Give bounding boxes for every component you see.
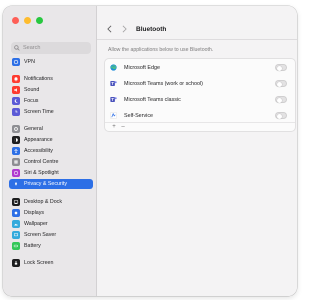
- back-button[interactable]: [105, 24, 113, 34]
- sidebar-item-notifications[interactable]: Notifications: [9, 74, 93, 84]
- search-icon: [14, 45, 20, 51]
- app-list-footer: + –: [105, 122, 295, 131]
- zoom-window-button[interactable]: [36, 17, 43, 24]
- app-name: Microsoft Edge: [124, 64, 160, 71]
- sidebar-item-label: Appearance: [24, 137, 53, 143]
- toggle-knob: [276, 65, 282, 71]
- sidebar-item-label: Focus: [24, 98, 39, 104]
- forward-button[interactable]: [120, 24, 128, 34]
- toggle-knob: [276, 113, 282, 119]
- sidebar-item-label: Screen Saver: [24, 232, 57, 238]
- sidebar-item-label: Privacy & Security: [24, 181, 67, 187]
- focus-icon: [12, 97, 20, 105]
- notifications-icon: [12, 75, 20, 83]
- app-row[interactable]: Microsoft Edge: [105, 59, 295, 76]
- teams-icon: [110, 80, 117, 87]
- sidebar-item-accessibility[interactable]: Accessibility: [9, 146, 93, 156]
- sidebar-item-vpn[interactable]: VPN: [9, 57, 93, 67]
- sidebar-item-appearance[interactable]: Appearance: [9, 135, 93, 145]
- desktop-dock-icon: [12, 198, 20, 206]
- page-title: Bluetooth: [136, 25, 167, 33]
- general-icon: [12, 125, 20, 133]
- app-list-panel: Microsoft Edge Microsoft Teams (work or s…: [104, 58, 296, 132]
- toggle-knob: [276, 97, 282, 103]
- settings-window: Search VPN Notifications Sound Focus Screen …: [3, 6, 297, 296]
- sidebar-item-desktop-dock[interactable]: Desktop & Dock: [9, 197, 93, 207]
- sidebar-item-label: Notifications: [24, 76, 53, 82]
- sidebar-item-lock-screen[interactable]: Lock Screen: [9, 258, 93, 268]
- sidebar-item-label: VPN: [24, 59, 35, 65]
- add-app-button[interactable]: +: [111, 124, 117, 130]
- sidebar-item-control-centre[interactable]: Control Centre: [9, 157, 93, 167]
- toolbar: Bluetooth: [97, 22, 297, 36]
- self-service-icon: [110, 112, 117, 119]
- lock-screen-icon: [12, 259, 20, 267]
- app-name: Self-Service: [124, 112, 154, 119]
- sidebar-item-wallpaper[interactable]: Wallpaper: [9, 219, 93, 229]
- sidebar-item-label: Screen Time: [24, 109, 54, 115]
- sidebar-item-label: Accessibility: [24, 148, 53, 154]
- edge-icon: [110, 64, 117, 71]
- bluetooth-access-toggle[interactable]: [275, 80, 287, 87]
- sidebar-item-screen-saver[interactable]: Screen Saver: [9, 230, 93, 240]
- sidebar-item-label: Siri & Spotlight: [24, 170, 59, 176]
- sidebar-item-general[interactable]: General: [9, 124, 93, 134]
- window-controls: [12, 17, 43, 24]
- sidebar-item-label: Desktop & Dock: [24, 199, 62, 205]
- sidebar-item-label: General: [24, 126, 43, 132]
- screen-saver-icon: [12, 231, 20, 239]
- sidebar: Search VPN Notifications Sound Focus Screen …: [3, 6, 97, 296]
- sidebar-item-battery[interactable]: Battery: [9, 241, 93, 251]
- vpn-icon: [12, 58, 20, 66]
- sidebar-item-label: Battery: [24, 243, 41, 249]
- chevron-left-icon: [106, 25, 111, 33]
- privacy-icon: [12, 180, 20, 188]
- screen-time-icon: [12, 108, 20, 116]
- sound-icon: [12, 86, 20, 94]
- wallpaper-icon: [12, 220, 20, 228]
- accessibility-icon: [12, 147, 20, 155]
- description: Allow the applications below to use Blue…: [108, 47, 214, 53]
- sidebar-item-sound[interactable]: Sound: [9, 85, 93, 95]
- displays-icon: [12, 209, 20, 217]
- app-row[interactable]: Microsoft Teams classic: [105, 91, 295, 108]
- bluetooth-access-toggle[interactable]: [275, 96, 287, 103]
- sidebar-item-displays[interactable]: Displays: [9, 208, 93, 218]
- main-pane: Bluetooth Allow the applications below t…: [97, 6, 297, 296]
- sidebar-item-label: Sound: [24, 87, 40, 93]
- sidebar-item-label: Lock Screen: [24, 260, 54, 266]
- app-name: Microsoft Teams (work or school): [124, 80, 203, 87]
- appearance-icon: [12, 136, 20, 144]
- search-input[interactable]: Search: [11, 42, 91, 54]
- bluetooth-access-toggle[interactable]: [275, 112, 287, 119]
- search-placeholder: Search: [23, 45, 41, 51]
- battery-icon: [12, 242, 20, 250]
- bluetooth-access-toggle[interactable]: [275, 64, 287, 71]
- sidebar-item-siri-spotlight[interactable]: Siri & Spotlight: [9, 168, 93, 178]
- sidebar-item-label: Wallpaper: [24, 221, 48, 227]
- sidebar-item-privacy-security[interactable]: Privacy & Security: [9, 179, 93, 189]
- minimize-window-button[interactable]: [24, 17, 31, 24]
- sidebar-item-focus[interactable]: Focus: [9, 96, 93, 106]
- teams-classic-icon: [110, 96, 117, 103]
- sidebar-item-label: Displays: [24, 210, 45, 216]
- toolbar-divider: [97, 39, 297, 40]
- app-row[interactable]: Microsoft Teams (work or school): [105, 75, 295, 92]
- app-name: Microsoft Teams classic: [124, 96, 181, 103]
- sidebar-item-label: Control Centre: [24, 159, 59, 165]
- siri-icon: [12, 169, 20, 177]
- toggle-knob: [276, 81, 282, 87]
- close-window-button[interactable]: [12, 17, 19, 24]
- sidebar-item-screen-time[interactable]: Screen Time: [9, 107, 93, 117]
- remove-app-button[interactable]: –: [120, 124, 126, 130]
- chevron-right-icon: [122, 25, 127, 33]
- control-centre-icon: [12, 158, 20, 166]
